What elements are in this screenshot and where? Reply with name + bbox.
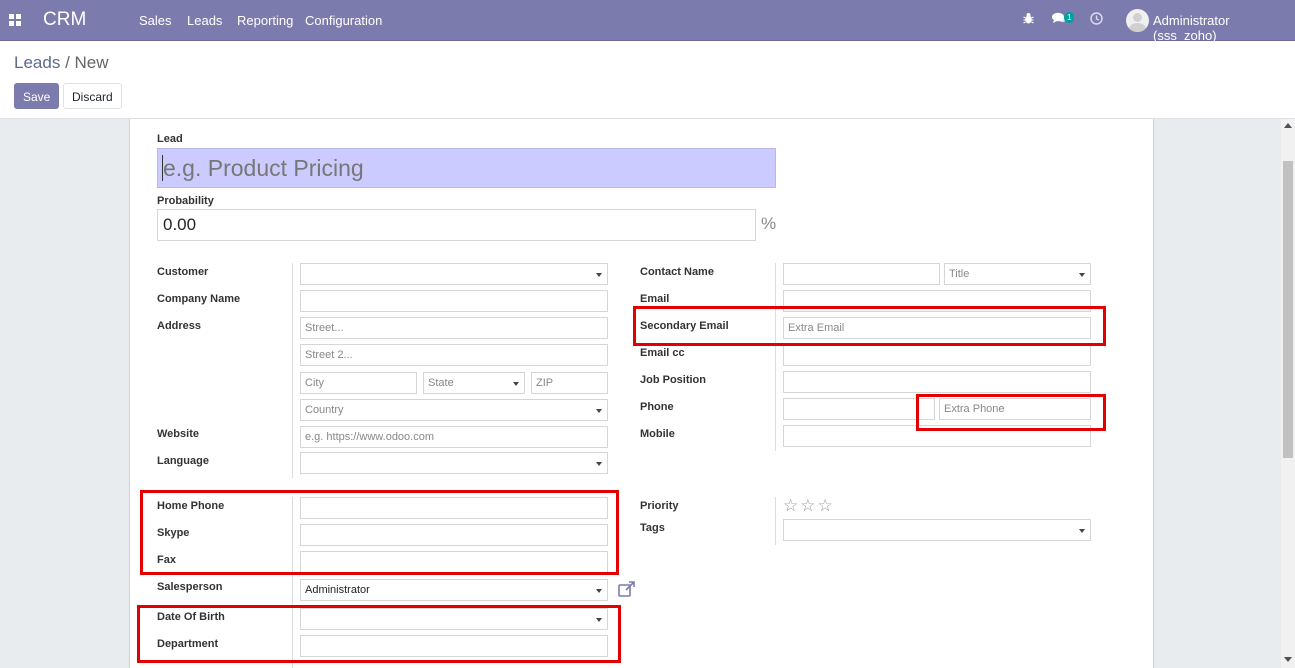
probability-input[interactable]: 0.00 [157,209,756,241]
activity-clock-icon[interactable] [1090,12,1103,28]
menu-sales[interactable]: Sales [139,13,172,28]
chevron-down-icon [1079,273,1085,277]
highlight-secondary-email [633,306,1106,346]
salesperson-label: Salesperson [157,581,223,593]
tags-label: Tags [640,522,665,534]
country-select[interactable]: Country [300,399,608,421]
priority-star-icon[interactable]: ☆ [783,496,800,515]
control-panel: Leads / New Save Discard [0,41,1295,119]
customer-select[interactable] [300,263,608,285]
save-button[interactable]: Save [14,83,60,109]
scroll-thumb[interactable] [1283,161,1293,458]
user-avatar[interactable] [1126,9,1149,32]
text-cursor [162,155,163,181]
chevron-down-icon [596,462,602,466]
top-navbar: CRM Sales Leads Reporting Configuration … [0,0,1295,43]
discard-button[interactable]: Discard [63,83,122,109]
city-input[interactable]: City [300,372,417,394]
breadcrumb-current: New [74,53,109,72]
mobile-label: Mobile [640,428,675,440]
title-placeholder: Title [949,268,970,280]
contact-name-input[interactable] [783,263,940,285]
right-column-separator [775,263,776,451]
highlight-extra-phone [916,394,1106,431]
chevron-down-icon [596,589,602,593]
salesperson-value: Administrator [305,584,370,596]
breadcrumb: Leads / New [14,53,109,73]
breadcrumb-leads[interactable]: Leads [14,53,60,72]
country-placeholder: Country [305,404,344,416]
company-name-input[interactable] [300,290,608,312]
priority-stars[interactable]: ☆☆☆ [783,496,835,516]
left-column-separator [292,263,293,478]
right-column-separator-2 [775,497,776,545]
menu-configuration[interactable]: Configuration [305,13,382,28]
priority-star-icon[interactable]: ☆ [818,496,835,515]
contact-name-label: Contact Name [640,266,714,278]
menu-leads[interactable]: Leads [187,13,222,28]
chevron-down-icon [596,409,602,413]
priority-label: Priority [640,500,679,512]
user-menu[interactable]: Administrator (sss_zoho) [1153,13,1295,43]
highlight-dob-department [137,605,621,663]
debug-bug-icon[interactable] [1023,12,1034,28]
language-select[interactable] [300,452,608,474]
address-label: Address [157,320,202,332]
company-name-label: Company Name [157,293,241,305]
chevron-down-icon [596,273,602,277]
tags-select[interactable] [783,519,1091,541]
state-select[interactable]: State [423,372,525,394]
phone-input[interactable] [783,398,935,420]
street2-input[interactable]: Street 2... [300,344,608,366]
chevron-down-icon [1079,529,1085,533]
chevron-down-icon [513,382,519,386]
state-placeholder: State [428,377,454,389]
customer-label: Customer [157,266,209,278]
email-cc-label: Email cc [640,347,685,359]
apps-menu-icon[interactable] [9,14,21,26]
lead-label: Lead [157,133,183,145]
menu-reporting[interactable]: Reporting [237,13,293,28]
email-label: Email [640,293,670,305]
messages-count-badge: 1 [1064,12,1075,23]
job-position-label: Job Position [640,374,706,386]
phone-label: Phone [640,401,674,413]
language-label: Language [157,455,209,467]
page-scrollbar[interactable] [1281,119,1295,668]
job-position-input[interactable] [783,371,1091,393]
priority-star-icon[interactable]: ☆ [800,496,817,515]
highlight-contact-fields [140,490,619,575]
probability-label: Probability [157,195,214,207]
lead-name-input[interactable]: e.g. Product Pricing [157,148,776,188]
percent-sign: % [761,214,777,233]
zip-input[interactable]: ZIP [531,372,608,394]
app-brand[interactable]: CRM [43,9,86,31]
street-input[interactable]: Street... [300,317,608,339]
breadcrumb-separator: / [65,53,70,72]
title-select[interactable]: Title [944,263,1091,285]
external-link-icon[interactable] [618,581,636,600]
scroll-up-arrow-icon[interactable] [1284,123,1292,128]
website-label: Website [157,428,199,440]
salesperson-select[interactable]: Administrator [300,579,608,601]
scroll-down-arrow-icon[interactable] [1284,657,1292,662]
website-input[interactable]: e.g. https://www.odoo.com [300,426,608,448]
email-cc-input[interactable] [783,344,1091,366]
